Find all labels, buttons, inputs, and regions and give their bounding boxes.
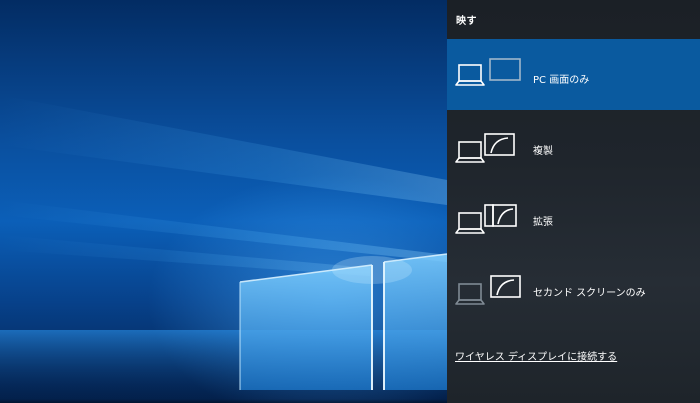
project-panel: 映す PC 画面のみ 複製 拡張 セカンド スクリーンのみ ワイヤレス ディスプ… bbox=[447, 0, 700, 403]
panel-title: 映す bbox=[456, 16, 477, 27]
option-label: 拡張 bbox=[533, 217, 553, 228]
second-screen-only-icon bbox=[455, 275, 521, 305]
option-label: 複製 bbox=[533, 146, 553, 157]
option-label: PC 画面のみ bbox=[533, 75, 590, 86]
option-second-screen-only[interactable]: セカンド スクリーンのみ bbox=[447, 252, 700, 323]
option-extend[interactable]: 拡張 bbox=[447, 181, 700, 252]
screen: 映す PC 画面のみ 複製 拡張 セカンド スクリーンのみ ワイヤレス ディスプ… bbox=[0, 0, 700, 403]
duplicate-icon bbox=[455, 133, 515, 163]
pc-screen-only-icon bbox=[455, 58, 521, 86]
windows-logo-light-beams bbox=[0, 95, 447, 403]
option-duplicate[interactable]: 複製 bbox=[447, 110, 700, 181]
extend-icon bbox=[455, 204, 517, 234]
connect-wireless-display-link[interactable]: ワイヤレス ディスプレイに接続する bbox=[455, 348, 617, 363]
option-label: セカンド スクリーンのみ bbox=[533, 288, 646, 299]
desktop-bottom-shadow bbox=[0, 399, 447, 403]
desktop-wallpaper bbox=[0, 0, 447, 403]
option-pc-screen-only[interactable]: PC 画面のみ bbox=[447, 39, 700, 110]
